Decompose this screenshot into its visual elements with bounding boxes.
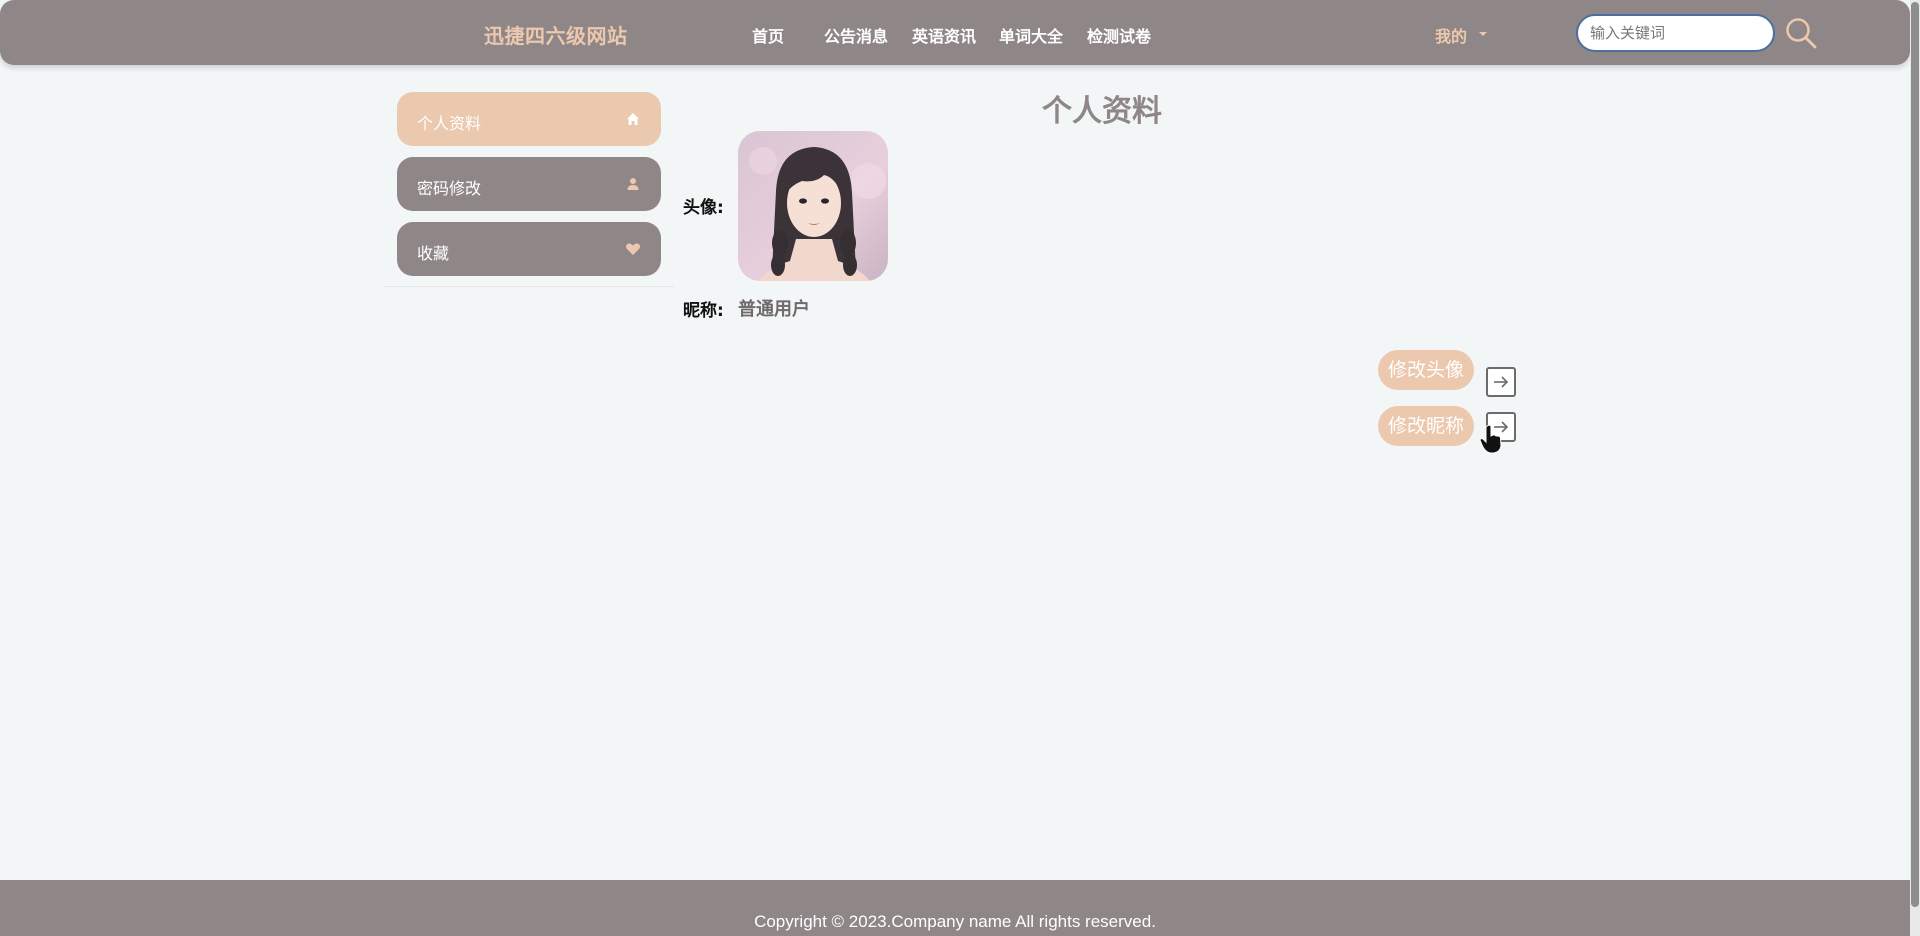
arrow-right-icon [1494,376,1509,388]
sidebar-item-label: 收藏 [417,244,450,263]
page-title: 个人资料 [1042,94,1162,129]
change-avatar-arrow-button[interactable] [1486,367,1516,397]
user-icon [627,178,639,190]
nav-vocabulary[interactable]: 单词大全 [999,23,1063,47]
nickname-label: 昵称: [683,301,724,321]
heart-icon [626,243,640,255]
sidebar-item-favorites[interactable]: 收藏 [397,222,661,276]
change-nickname-button[interactable]: 修改昵称 [1378,406,1474,446]
page: 迅捷四六级网站 首页 公告消息 英语资讯 单词大全 检测试卷 我的 个人资料 密… [0,0,1920,936]
nav-home[interactable]: 首页 [752,23,784,47]
sidebar-item-label: 密码修改 [417,179,482,198]
nav-english-news[interactable]: 英语资讯 [912,23,976,47]
footer: Copyright © 2023.Company name All rights… [0,880,1910,936]
sidebar-item-label: 个人资料 [417,114,482,133]
page-scrollbar[interactable] [1910,0,1920,936]
nav-announcements[interactable]: 公告消息 [824,23,888,47]
nickname-value: 普通用户 [738,299,810,320]
avatar [738,131,888,281]
avatar-label: 头像: [683,198,724,218]
sidebar-divider [384,286,674,287]
user-menu[interactable]: 我的 [1435,23,1467,47]
site-logo[interactable]: 迅捷四六级网站 [484,20,628,49]
home-icon [627,113,639,125]
nav-test-papers[interactable]: 检测试卷 [1087,23,1151,47]
search-icon[interactable] [1784,16,1818,50]
sidebar-item-password[interactable]: 密码修改 [397,157,661,211]
copyright-text: Copyright © 2023.Company name All rights… [754,912,1156,931]
scrollbar-thumb[interactable] [1911,2,1919,907]
change-avatar-button[interactable]: 修改头像 [1378,350,1474,390]
chevron-down-icon[interactable] [1479,32,1487,36]
sidebar-item-profile[interactable]: 个人资料 [397,92,661,146]
top-nav-bar: 迅捷四六级网站 首页 公告消息 英语资讯 单词大全 检测试卷 我的 [0,0,1910,65]
search-input[interactable] [1576,14,1775,52]
hand-pointer-icon [1479,424,1502,454]
